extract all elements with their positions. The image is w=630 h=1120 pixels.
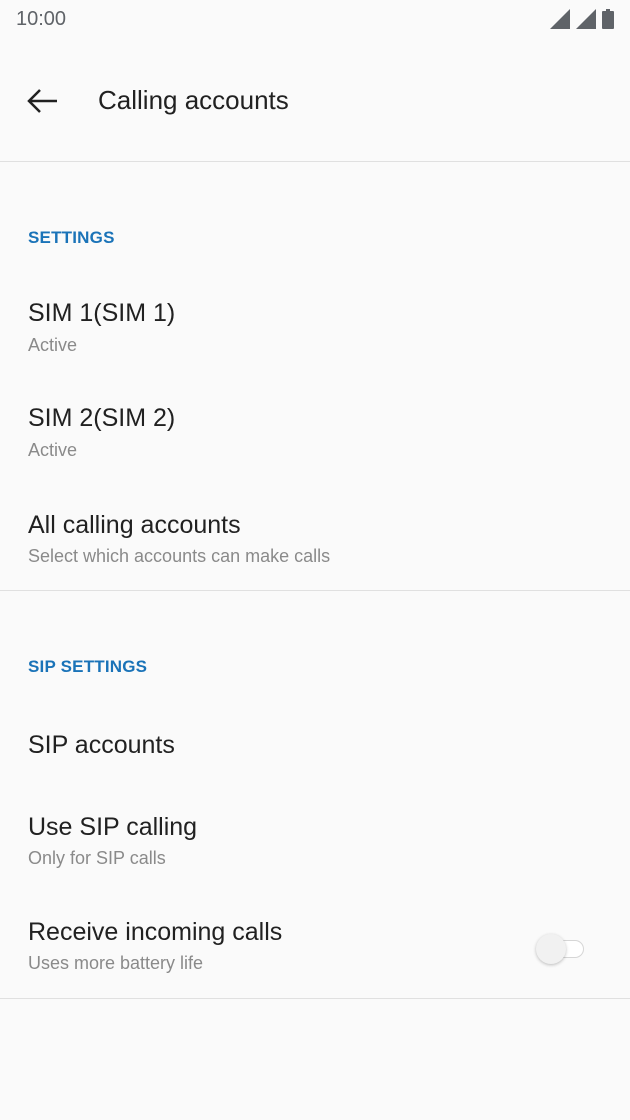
section-header-sip-settings: SIP SETTINGS — [28, 657, 148, 676]
pref-sim2[interactable]: SIM 2(SIM 2) Active — [0, 385, 630, 485]
pref-summary: Select which accounts can make calls — [28, 546, 331, 566]
status-icons — [550, 9, 614, 29]
pref-title: Receive incoming calls — [28, 918, 283, 946]
pref-title: SIM 2(SIM 2) — [28, 404, 176, 432]
status-bar: 10:00 — [0, 0, 630, 40]
pref-title: All calling accounts — [28, 511, 241, 539]
pref-summary: Active — [28, 440, 78, 460]
pref-summary: Active — [28, 335, 78, 355]
pref-title: SIM 1(SIM 1) — [28, 299, 176, 327]
toggle-thumb — [536, 934, 566, 964]
pref-use-sip-calling[interactable]: Use SIP calling Only for SIP calls — [0, 792, 630, 892]
signal-icon — [550, 9, 570, 29]
app-bar: Calling accounts — [0, 40, 630, 161]
section-header-settings: SETTINGS — [28, 228, 115, 247]
back-button[interactable] — [20, 78, 66, 124]
pref-summary: Only for SIP calls — [28, 848, 166, 868]
pref-sip-accounts[interactable]: SIP accounts — [0, 710, 630, 784]
divider — [0, 998, 630, 999]
signal-icon — [576, 9, 596, 29]
receive-calls-toggle[interactable] — [536, 934, 586, 964]
divider — [0, 590, 630, 591]
pref-sim1[interactable]: SIM 1(SIM 1) Active — [0, 280, 630, 380]
battery-icon — [602, 9, 614, 29]
page-title: Calling accounts — [98, 85, 289, 115]
pref-summary: Uses more battery life — [28, 953, 204, 973]
pref-title: SIP accounts — [28, 731, 175, 759]
divider — [0, 161, 630, 162]
status-time: 10:00 — [16, 8, 67, 30]
pref-receive-incoming-calls[interactable]: Receive incoming calls Uses more battery… — [0, 898, 630, 998]
arrow-back-icon — [27, 89, 57, 113]
pref-title: Use SIP calling — [28, 813, 198, 841]
pref-all-calling-accounts[interactable]: All calling accounts Select which accoun… — [0, 490, 630, 590]
